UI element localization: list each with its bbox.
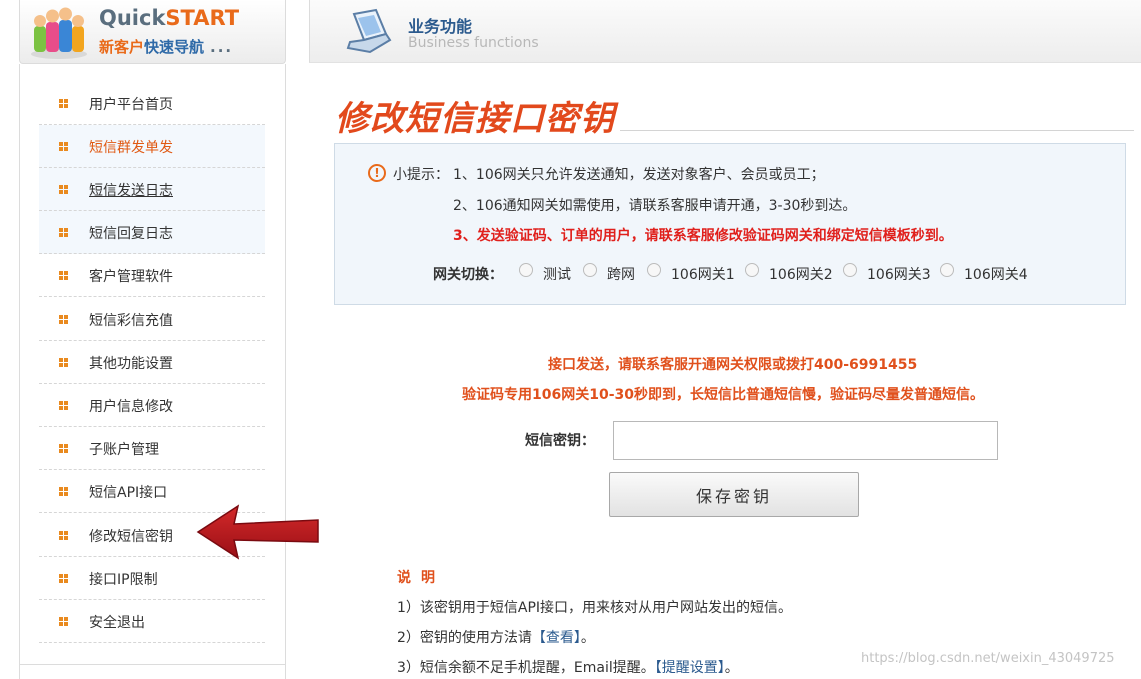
sidebar-item-label: 客户管理软件 — [89, 269, 173, 285]
tips-prefix: 小提示： — [393, 167, 449, 183]
gateway-option-label: 106网关1 — [671, 267, 735, 283]
sidebar-item-send-log[interactable]: 短信发送日志 — [39, 168, 265, 211]
sidebar-item-label: 短信回复日志 — [89, 226, 173, 242]
square-bullet-icon — [59, 401, 68, 410]
square-bullet-icon — [59, 574, 68, 583]
page-title: 修改短信接口密钥 — [335, 99, 615, 139]
radio-button[interactable] — [519, 263, 533, 277]
gateway-option-label: 106网关2 — [769, 267, 833, 283]
square-bullet-icon — [59, 99, 68, 108]
business-header: 业务功能 Business functions — [309, 0, 1141, 63]
sidebar-item-logout[interactable]: 安全退出 — [39, 600, 265, 643]
sidebar-item-sub-accounts[interactable]: 子账户管理 — [39, 427, 265, 470]
sidebar-item-user-info[interactable]: 用户信息修改 — [39, 384, 265, 427]
notice-line-1: 接口发送，请联系客服开通网关权限或拨打400-6991455 — [548, 357, 918, 373]
description-text: 。 — [724, 660, 739, 676]
users-group-icon — [31, 7, 87, 59]
sidebar-item-label: 短信彩信充值 — [89, 313, 173, 329]
gateway-option-label: 测试 — [543, 267, 571, 283]
square-bullet-icon — [59, 531, 68, 540]
business-subtitle: Business functions — [408, 35, 539, 51]
sidebar-item-label: 子账户管理 — [89, 442, 159, 458]
gateway-label: 网关切换： — [433, 267, 503, 283]
view-link[interactable]: 【查看】 — [532, 630, 581, 646]
quickstart-title-quick: Quick — [99, 6, 166, 30]
gateway-option-label: 跨网 — [607, 267, 635, 283]
quickstart-subtitle-dots: ... — [210, 38, 234, 56]
quickstart-title-start: START — [165, 6, 240, 30]
sidebar-footer — [19, 664, 286, 679]
radio-button[interactable] — [940, 263, 954, 277]
square-bullet-icon — [59, 358, 68, 367]
quickstart-title: QuickSTART — [99, 6, 239, 30]
gateway-option-label: 106网关3 — [867, 267, 931, 283]
title-divider — [620, 130, 1134, 131]
sms-key-input[interactable] — [613, 421, 998, 460]
sidebar-menu: 用户平台首页 短信群发单发 短信发送日志 短信回复日志 客户管理软件 短信彩信充… — [19, 64, 286, 664]
radio-button[interactable] — [745, 263, 759, 277]
sidebar-item-label: 短信群发单发 — [89, 140, 173, 156]
quickstart-subtitle: 新客户快速导航... — [99, 36, 233, 57]
laptop-icon — [346, 8, 392, 54]
radio-button[interactable] — [843, 263, 857, 277]
sidebar-item-crm[interactable]: 客户管理软件 — [39, 254, 265, 297]
sidebar-item-sms-send[interactable]: 短信群发单发 — [39, 125, 265, 168]
square-bullet-icon — [59, 142, 68, 151]
sidebar-item-other-settings[interactable]: 其他功能设置 — [39, 341, 265, 384]
business-title: 业务功能 — [408, 17, 473, 36]
sms-key-label: 短信密钥： — [525, 433, 595, 449]
quickstart-subtitle-nav: 快速导航 — [144, 38, 205, 56]
gateway-option-label: 106网关4 — [964, 267, 1028, 283]
description-text: 2）密钥的使用方法请 — [397, 630, 532, 646]
sidebar-item-label: 安全退出 — [89, 615, 145, 631]
sidebar-item-label: 短信发送日志 — [89, 183, 173, 199]
sidebar: QuickSTART 新客户快速导航... 用户平台首页 短信群发单发 短信发送… — [19, 0, 286, 679]
sidebar-item-recharge[interactable]: 短信彩信充值 — [39, 298, 265, 341]
description-line-3: 3）短信余额不足手机提醒，Email提醒。【提醒设置】。 — [397, 657, 739, 677]
square-bullet-icon — [59, 315, 68, 324]
watermark: https://blog.csdn.net/weixin_43049725 — [861, 651, 1115, 666]
description-text: 。 — [580, 630, 595, 646]
description-title: 说明 — [397, 570, 445, 586]
radio-button[interactable] — [583, 263, 597, 277]
sidebar-item-reply-log[interactable]: 短信回复日志 — [39, 211, 265, 254]
notice-line-2: 验证码专用106网关10-30秒即到，长短信比普通短信慢，验证码尽量发普通短信。 — [462, 387, 984, 403]
tips-box: ! 小提示： 1、106网关只允许发送通知，发送对象客户、会员或员工； 2、10… — [334, 143, 1126, 305]
square-bullet-icon — [59, 185, 68, 194]
reminder-settings-link[interactable]: 【提醒设置】 — [655, 660, 725, 676]
sidebar-item-label: 修改短信密钥 — [89, 529, 173, 545]
warning-circle-icon: ! — [368, 164, 386, 182]
description-line-1: 1）该密钥用于短信API接口，用来核对从用户网站发出的短信。 — [397, 600, 793, 616]
sidebar-item-label: 用户信息修改 — [89, 399, 173, 415]
radio-button[interactable] — [647, 263, 661, 277]
tip-line-1: 1、106网关只允许发送通知，发送对象客户、会员或员工； — [453, 167, 825, 183]
square-bullet-icon — [59, 617, 68, 626]
sidebar-item-label: 其他功能设置 — [89, 356, 173, 372]
tip-line-2: 2、106通知网关如需使用，请联系客服申请开通，3-30秒到达。 — [453, 198, 857, 214]
description-line-2: 2）密钥的使用方法请【查看】。 — [397, 627, 595, 647]
quickstart-subtitle-new: 新客户 — [99, 38, 145, 56]
sidebar-item-label: 短信API接口 — [89, 485, 168, 501]
left-arrow-icon — [196, 504, 319, 560]
quickstart-header: QuickSTART 新客户快速导航... — [19, 0, 286, 64]
square-bullet-icon — [59, 228, 68, 237]
sidebar-item-label: 接口IP限制 — [89, 572, 158, 588]
sidebar-item-label: 用户平台首页 — [89, 97, 173, 113]
tip-line-3: 3、发送验证码、订单的用户，请联系客服修改验证码网关和绑定短信模板秒到。 — [453, 228, 953, 244]
square-bullet-icon — [59, 444, 68, 453]
save-key-button[interactable]: 保存密钥 — [609, 472, 859, 517]
square-bullet-icon — [59, 487, 68, 496]
description-text: 3）短信余额不足手机提醒，Email提醒。 — [397, 660, 655, 676]
sidebar-item-home[interactable]: 用户平台首页 — [39, 82, 265, 125]
square-bullet-icon — [59, 271, 68, 280]
